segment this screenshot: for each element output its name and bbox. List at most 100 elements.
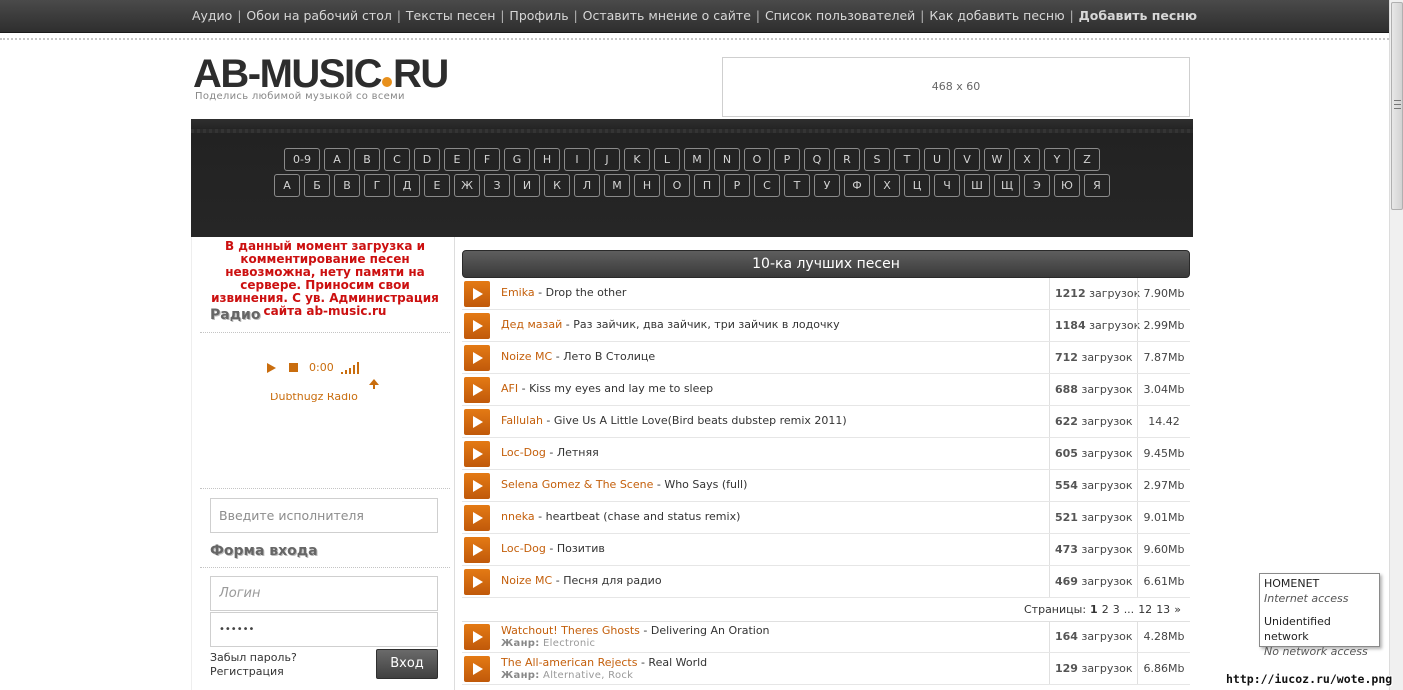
nav-link[interactable]: Профиль <box>509 8 568 23</box>
letter-button[interactable]: F <box>474 148 500 171</box>
login-button[interactable]: Вход <box>376 649 438 679</box>
play-icon[interactable] <box>267 363 276 373</box>
page-link[interactable]: 12 <box>1138 603 1152 616</box>
scrollbar-thumb[interactable] <box>1391 2 1403 210</box>
letter-button[interactable]: R <box>834 148 860 171</box>
letter-button[interactable]: Х <box>874 174 900 197</box>
play-song-icon[interactable] <box>464 345 490 371</box>
artist-link[interactable]: nneka <box>501 510 535 523</box>
letter-button[interactable]: Ш <box>964 174 990 197</box>
nav-link[interactable]: Список пользователей <box>765 8 915 23</box>
page-scrollbar[interactable] <box>1389 0 1403 690</box>
letter-button[interactable]: З <box>484 174 510 197</box>
letter-button[interactable]: H <box>534 148 560 171</box>
letter-button[interactable]: А <box>274 174 300 197</box>
artist-search-input[interactable] <box>210 498 438 533</box>
letter-button[interactable]: С <box>754 174 780 197</box>
letter-button[interactable]: И <box>514 174 540 197</box>
play-song-icon[interactable] <box>464 313 490 339</box>
artist-link[interactable]: Emika <box>501 286 535 299</box>
artist-link[interactable]: Loc-Dog <box>501 446 546 459</box>
artist-link[interactable]: Loc-Dog <box>501 542 546 555</box>
song-title[interactable]: Позитив <box>557 542 605 555</box>
play-song-icon[interactable] <box>464 505 490 531</box>
play-song-icon[interactable] <box>464 281 490 307</box>
play-song-icon[interactable] <box>464 473 490 499</box>
letter-button[interactable]: Н <box>634 174 660 197</box>
letter-button[interactable]: D <box>414 148 440 171</box>
letter-button[interactable]: Я <box>1084 174 1110 197</box>
song-title[interactable]: Who Says (full) <box>664 478 747 491</box>
song-title[interactable]: Real World <box>648 656 707 669</box>
letter-button[interactable]: S <box>864 148 890 171</box>
page-link[interactable]: 2 <box>1102 603 1109 616</box>
letter-button[interactable]: X <box>1014 148 1040 171</box>
play-song-icon[interactable] <box>464 409 490 435</box>
letter-button[interactable]: E <box>444 148 470 171</box>
nav-link[interactable]: Добавить песню <box>1079 8 1197 23</box>
song-title[interactable]: Drop the other <box>546 286 627 299</box>
letter-button[interactable]: Ю <box>1054 174 1080 197</box>
forgot-password-link[interactable]: Забыл пароль? <box>210 651 297 665</box>
next-page-icon[interactable]: » <box>1174 603 1181 616</box>
letter-button[interactable]: V <box>954 148 980 171</box>
song-title[interactable]: heartbeat (chase and status remix) <box>546 510 741 523</box>
letter-button[interactable]: Y <box>1044 148 1070 171</box>
letter-button[interactable]: Z <box>1074 148 1100 171</box>
letter-button[interactable]: П <box>694 174 720 197</box>
letter-button[interactable]: Ф <box>844 174 870 197</box>
play-song-icon[interactable] <box>464 377 490 403</box>
song-title[interactable]: Раз зайчик, два зайчик, три зайчик в лод… <box>573 318 839 331</box>
letter-button[interactable]: Е <box>424 174 450 197</box>
letter-button[interactable]: Ж <box>454 174 480 197</box>
artist-link[interactable]: Дед мазай <box>501 318 562 331</box>
nav-link[interactable]: Аудио <box>192 8 232 23</box>
letter-button[interactable]: М <box>604 174 630 197</box>
song-title[interactable]: Песня для радио <box>563 574 661 587</box>
letter-button[interactable]: Д <box>394 174 420 197</box>
artist-link[interactable]: Selena Gomez & The Scene <box>501 478 653 491</box>
nav-link[interactable]: Оставить мнение о сайте <box>583 8 751 23</box>
nav-link[interactable]: Обои на рабочий стол <box>246 8 391 23</box>
login-input[interactable] <box>210 576 438 611</box>
letter-button[interactable]: N <box>714 148 740 171</box>
page-link[interactable]: 1 <box>1090 603 1098 616</box>
artist-link[interactable]: Noize MC <box>501 574 552 587</box>
letter-button[interactable]: K <box>624 148 650 171</box>
letter-button[interactable]: W <box>984 148 1010 171</box>
artist-link[interactable]: Watchout! Theres Ghosts <box>501 624 640 637</box>
password-input[interactable] <box>210 612 438 647</box>
letter-button[interactable]: P <box>774 148 800 171</box>
song-title[interactable]: Летняя <box>557 446 599 459</box>
page-link[interactable]: 13 <box>1156 603 1170 616</box>
letter-button[interactable]: J <box>594 148 620 171</box>
letter-button[interactable]: К <box>544 174 570 197</box>
letter-button[interactable]: Щ <box>994 174 1020 197</box>
letter-button[interactable]: U <box>924 148 950 171</box>
letter-button[interactable]: I <box>564 148 590 171</box>
artist-link[interactable]: Noize MC <box>501 350 552 363</box>
letter-button[interactable]: C <box>384 148 410 171</box>
ad-banner[interactable]: 468 x 60 <box>722 57 1190 117</box>
letter-button[interactable]: О <box>664 174 690 197</box>
letter-button[interactable]: Р <box>724 174 750 197</box>
volume-icon[interactable] <box>341 362 365 374</box>
register-link[interactable]: Регистрация <box>210 665 297 679</box>
letter-button[interactable]: В <box>334 174 360 197</box>
artist-link[interactable]: Fallulah <box>501 414 543 427</box>
letter-button[interactable]: Б <box>304 174 330 197</box>
play-song-icon[interactable] <box>464 656 490 682</box>
song-title[interactable]: Delivering An Oration <box>651 624 770 637</box>
letter-button[interactable]: Э <box>1024 174 1050 197</box>
play-song-icon[interactable] <box>464 624 490 650</box>
site-logo[interactable]: AB-MUSIC RU <box>193 52 449 96</box>
letter-button[interactable]: 0-9 <box>284 148 320 171</box>
play-song-icon[interactable] <box>464 537 490 563</box>
song-title[interactable]: Лето В Столице <box>563 350 655 363</box>
play-song-icon[interactable] <box>464 569 490 595</box>
letter-button[interactable]: Q <box>804 148 830 171</box>
letter-button[interactable]: O <box>744 148 770 171</box>
artist-link[interactable]: The All-american Rejects <box>501 656 637 669</box>
stop-icon[interactable] <box>289 363 298 372</box>
song-title[interactable]: Kiss my eyes and lay me to sleep <box>529 382 713 395</box>
